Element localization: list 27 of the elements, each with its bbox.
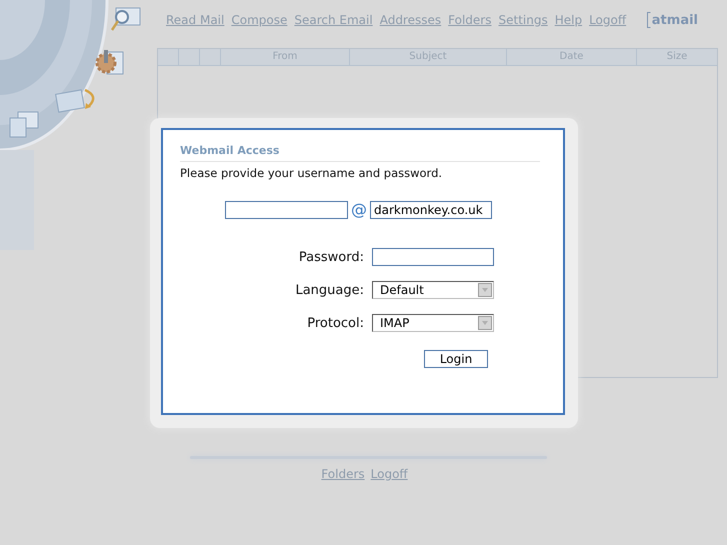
search-icon[interactable] <box>110 6 142 32</box>
gear-icon[interactable] <box>93 48 125 76</box>
documents-icon[interactable] <box>8 110 40 138</box>
password-field[interactable] <box>372 248 494 266</box>
dropdown[interactable]: IMAP <box>372 314 494 332</box>
bracket-icon <box>646 12 651 28</box>
nav-link[interactable]: Addresses <box>380 13 442 27</box>
field-label: Language: <box>294 282 364 298</box>
nav-link[interactable]: Help <box>554 13 582 27</box>
nav-link[interactable]: Read Mail <box>166 13 224 27</box>
nav-link[interactable]: Logoff <box>589 13 626 27</box>
dialog-title: Webmail Access <box>180 144 540 162</box>
footer-link[interactable]: Folders <box>321 467 365 481</box>
field-label: Protocol: <box>306 316 364 330</box>
logo: atmail <box>652 12 698 28</box>
at-sign: @ <box>351 200 367 219</box>
field-label: Password: <box>298 250 364 264</box>
login-button[interactable]: Login <box>424 350 488 368</box>
nav-link[interactable]: Settings <box>498 13 548 27</box>
nav-link[interactable]: Search Email <box>294 13 373 27</box>
username-field[interactable] <box>225 200 348 218</box>
instruction-text: Please provide your username and password. <box>180 166 444 180</box>
domain-field[interactable]: darkmonkey.co.uk <box>370 200 492 218</box>
nav-link[interactable]: Folders <box>448 13 492 27</box>
dropdown[interactable]: Default <box>372 281 494 299</box>
footer-link[interactable]: Logoff <box>370 467 408 481</box>
nav-link[interactable]: Compose <box>231 13 288 27</box>
